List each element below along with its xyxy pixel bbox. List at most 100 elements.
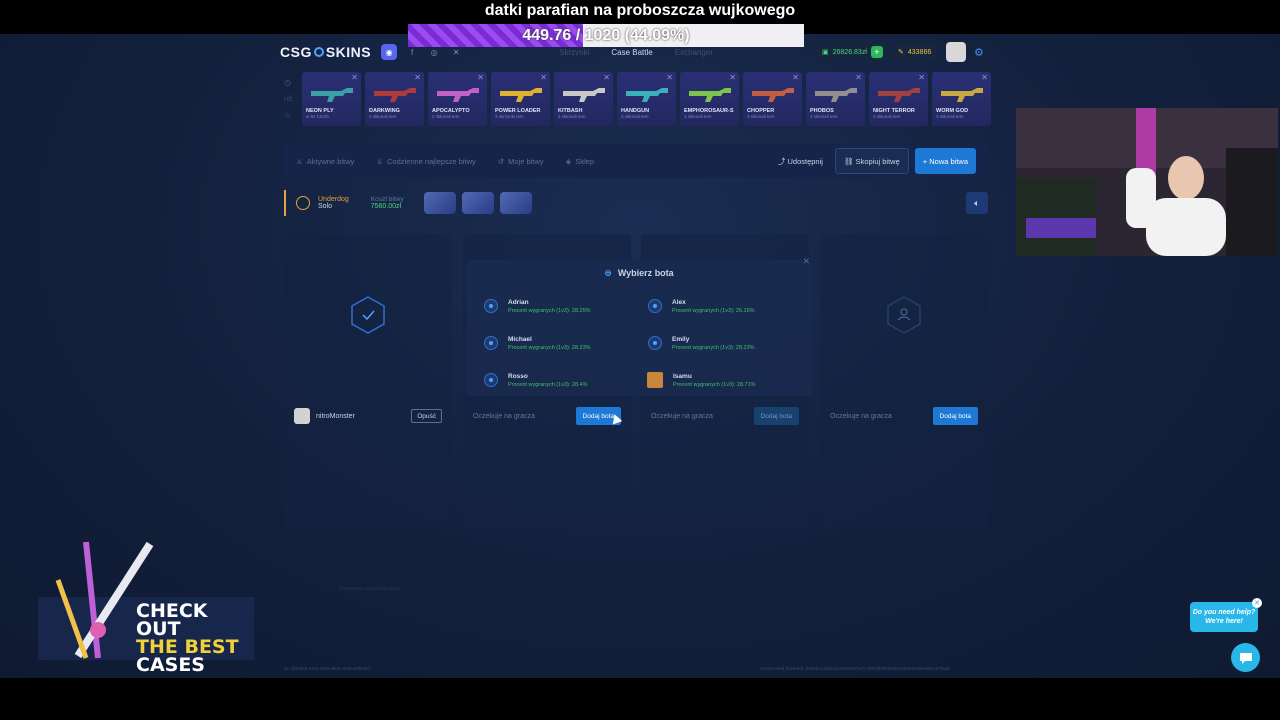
close-icon[interactable]: ✕: [666, 73, 673, 82]
bot-option-rosso[interactable]: Rosso Procent wygranych (1v3): 28.4%: [470, 366, 620, 394]
main-nav: Skrzynki Case Battle Exchanger: [559, 48, 713, 57]
site-logo[interactable]: CSG SKINS: [280, 44, 371, 60]
bot-option-emily[interactable]: Emily Procent wygranych (1v3): 28.23%: [634, 329, 784, 357]
user-avatar[interactable]: [946, 42, 966, 62]
letterbox-bottom: [0, 678, 1280, 720]
nav-case-battle[interactable]: Case Battle: [611, 48, 652, 57]
donation-progress-bar: 449.76 / 1020 (44.09%): [408, 24, 804, 47]
bot-option-isamu[interactable]: Isamu Procent wygranych (1v3): 28.71%: [634, 366, 784, 394]
close-icon[interactable]: ✕: [792, 73, 799, 82]
case-card[interactable]: ✕ NIGHT TERROR 3 skłonali tem: [869, 72, 928, 126]
deposit-button[interactable]: +: [870, 46, 883, 58]
case-card[interactable]: ✕ WORM GOD 3 skłonali tem: [932, 72, 991, 126]
case-subtitle: 3 skłonali tem: [936, 114, 964, 119]
case-card[interactable]: ✕ POWER LOADER 3 skrzynki tem: [491, 72, 550, 126]
case-card[interactable]: ✕ APOCALYPTO 2 skłonali tem: [428, 72, 487, 126]
case-subtitle: 3 skłonali tem: [621, 114, 649, 119]
close-icon[interactable]: ✕: [981, 73, 988, 82]
close-icon[interactable]: ✕: [477, 73, 484, 82]
thumbs-up-icon[interactable]: 👍︎: [284, 94, 292, 104]
sound-toggle-icon[interactable]: 🔈︎: [966, 192, 988, 214]
case-subtitle: 3 skrzynki tem: [495, 114, 524, 119]
star-icon[interactable]: ☆: [284, 111, 292, 120]
case-card[interactable]: ✕ EMPHOROSAUR-S 3 skłonali tem: [680, 72, 739, 126]
discord-icon[interactable]: ◉: [381, 44, 398, 60]
mode-type: Solo: [318, 203, 333, 210]
add-bot-button[interactable]: Dodaj bota: [932, 407, 978, 425]
tab-my-battles[interactable]: ↺ Moje bitwy: [498, 157, 544, 166]
case-strip-tools: ◷ 👍︎ ☆: [284, 78, 292, 120]
battle-info-row: Underdog Solo Koszt bitwy 7560.00zł 🔈︎: [284, 188, 988, 218]
case-card[interactable]: ✕ HANDGUN 3 skłonali tem: [617, 72, 676, 126]
case-card[interactable]: ✕ PHOBOS 3 skłonali tem: [806, 72, 865, 126]
bot-option-alex[interactable]: Alex Procent wygranych (1v3): 26.16%: [634, 292, 784, 320]
close-icon[interactable]: ✕: [540, 73, 547, 82]
add-bot-button[interactable]: Dodaj bota: [753, 407, 799, 425]
link-icon: ⛓: [843, 156, 856, 166]
help-bubble[interactable]: Do you need help? We're here! ✕: [1190, 598, 1262, 632]
ready-check-icon: [351, 296, 385, 334]
donation-goal-title: datki parafian na proboszcza wujkowego: [484, 2, 796, 19]
coins-display: ✎ 433866: [892, 43, 938, 61]
chat-support-button[interactable]: [1231, 643, 1260, 672]
bot-target-icon: [648, 336, 662, 350]
close-icon[interactable]: ✕: [918, 73, 925, 82]
case-weapon-image: [810, 80, 861, 106]
case-weapon-image: [369, 80, 420, 106]
instagram-icon[interactable]: ◎: [427, 45, 441, 59]
bot-target-icon: [648, 299, 662, 313]
battle-cases: [423, 192, 532, 214]
player-slot-1: nitroMonster Opuść: [284, 234, 452, 528]
case-subtitle: 3 skłonali tem: [558, 114, 586, 119]
facebook-icon[interactable]: f: [405, 45, 419, 59]
underdog-shield-icon: [296, 196, 310, 210]
battle-tabs-bar: ⚔ Aktywne bitwy ♕ Codzienne najlepsze bitw…: [284, 144, 988, 178]
trophy-icon: ♕: [376, 156, 383, 166]
tab-active-battles[interactable]: ⚔ Aktywne bitwy: [296, 157, 354, 166]
swords-icon: ⚔: [296, 156, 303, 166]
streamer-webcam: [1016, 108, 1278, 256]
x-icon[interactable]: ✕: [449, 45, 463, 59]
close-icon[interactable]: ✕: [855, 73, 862, 82]
case-weapon-image: [873, 80, 924, 106]
case-card[interactable]: ✕ KITBASH 3 skłonali tem: [554, 72, 613, 126]
nav-exchanger[interactable]: Exchanger: [675, 48, 713, 57]
share-button[interactable]: ⤴ Udostępnij: [778, 156, 823, 167]
case-card[interactable]: ✕ CHOPPER 3 skłonali tem: [743, 72, 802, 126]
battle-case-thumb: [461, 192, 494, 214]
player-slot-footer: Oczekuje na gracza Dodaj bota: [820, 402, 988, 430]
nav-skrzynki[interactable]: Skrzynki: [559, 48, 589, 57]
chat-bubble-icon: [1239, 652, 1252, 664]
case-weapon-image: [684, 80, 735, 106]
close-icon[interactable]: ✕: [1252, 598, 1262, 608]
history-icon[interactable]: ◷: [284, 78, 292, 87]
shop-icon: ◈: [565, 156, 572, 166]
close-icon[interactable]: ✕: [729, 73, 736, 82]
settings-gear-icon[interactable]: ⚙: [974, 46, 984, 59]
copy-battle-button[interactable]: ⛓ Skopiuj bitwę: [834, 148, 909, 174]
player-slot-4: Oczekuje na gracza Dodaj bota: [820, 234, 988, 528]
battle-id: ID: df43b6b-e3c5-4b9e-9e5c-8d4ca8f90847: [284, 666, 372, 671]
close-icon[interactable]: ✕: [802, 256, 810, 267]
close-icon[interactable]: ✕: [414, 73, 421, 82]
case-card[interactable]: ✕ DARKWING 2 skłonali tem: [365, 72, 424, 126]
wallet-icon: ▣: [822, 49, 829, 56]
case-subtitle: 3 skłonali tem: [810, 114, 838, 119]
battle-case-thumb: [423, 192, 456, 214]
close-icon[interactable]: ✕: [603, 73, 610, 82]
coin-icon: ✎: [898, 49, 904, 56]
case-card[interactable]: ✕ NEON PLY w 9x 13nzb: [302, 72, 361, 126]
close-icon[interactable]: ✕: [351, 73, 358, 82]
case-subtitle: 2 skłonali tem: [432, 114, 460, 119]
case-weapon-image: [306, 80, 357, 106]
bot-option-michael[interactable]: Michael Procent wygranych (1v3): 28.23%: [470, 329, 620, 357]
bot-option-adrian[interactable]: Adrian Procent wygranych (1v3): 28.25%: [470, 292, 620, 320]
case-subtitle: 3 skłonali tem: [873, 114, 901, 119]
modal-title: ⊜ Wybierz bota: [604, 268, 674, 278]
leave-button[interactable]: Opuść: [411, 409, 442, 423]
new-battle-button[interactable]: + Nowa bitwa: [914, 148, 976, 174]
webcam-feed: [1016, 108, 1278, 256]
tab-daily-best[interactable]: ♕ Codzienne najlepsze bitwy: [376, 157, 476, 166]
tab-shop[interactable]: ◈ Sklep: [566, 157, 595, 166]
case-subtitle: w 9x 13nzb: [306, 114, 329, 119]
